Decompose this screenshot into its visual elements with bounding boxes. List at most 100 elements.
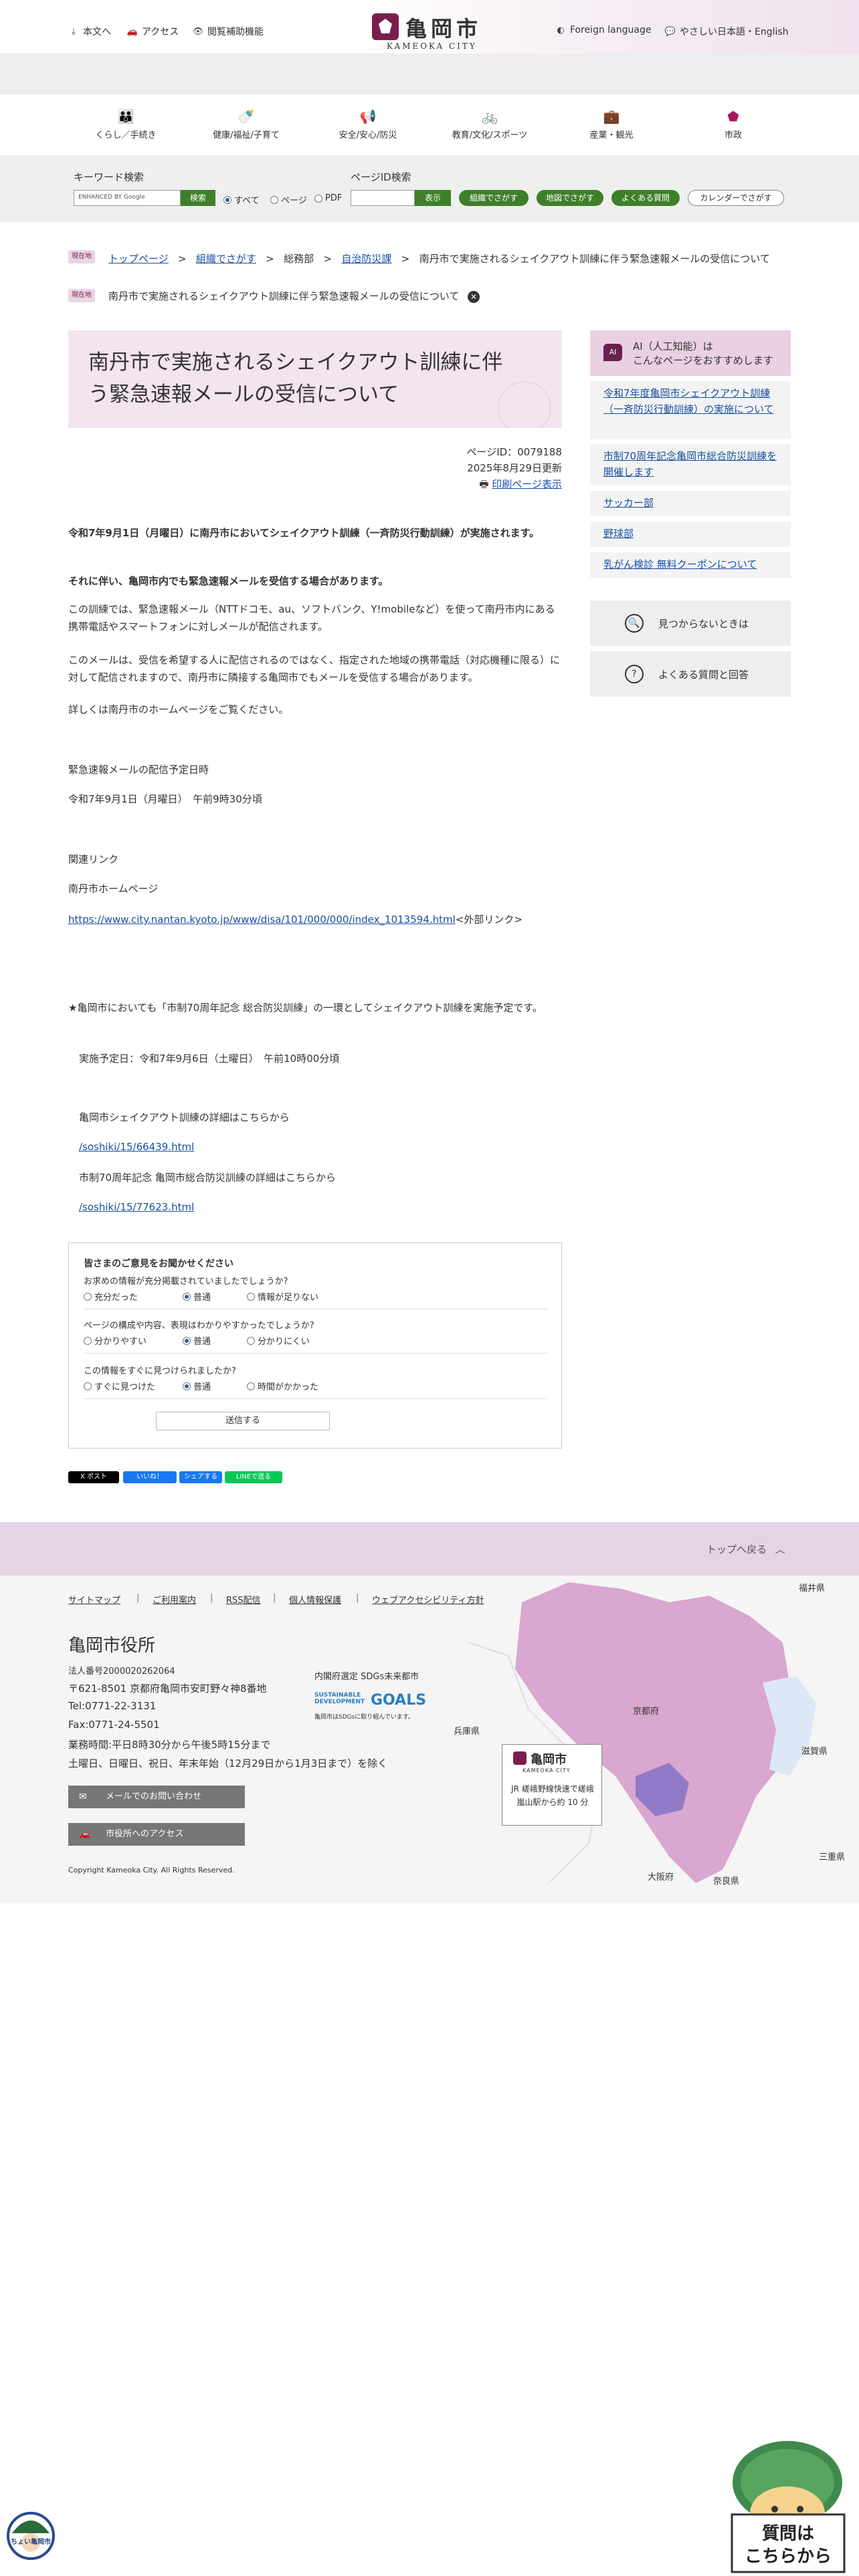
map-label-nara: 奈良県 xyxy=(713,1876,740,1887)
accessibility-link[interactable]: 👁 閲覧補助機能 xyxy=(193,25,264,38)
page-top-link[interactable]: トップへ戻る ︿ xyxy=(706,1542,785,1556)
megaphone-icon: 📢 xyxy=(359,108,377,124)
printer-icon: 🖶 xyxy=(479,478,489,490)
breadcrumb-disaster-prevention[interactable]: 自治防災課 xyxy=(341,253,391,265)
recommend-link-1[interactable]: 令和7年度亀岡市シェイクアウト訓練（一斉防災行動訓練）の実施について xyxy=(590,381,791,439)
facebook-share-button[interactable]: シェアする xyxy=(179,1471,222,1483)
page-title: 南丹市で実施されるシェイクアウト訓練に伴う緊急速報メールの受信について xyxy=(88,350,503,407)
keyword-search-label: キーワード検索 xyxy=(74,171,145,183)
breadcrumb-top[interactable]: トップページ xyxy=(108,253,169,265)
related-links-label: 関連リンク xyxy=(68,853,119,865)
mail-icon: ✉ xyxy=(79,1792,87,1802)
print-link[interactable]: 🖶 印刷ページ表示 xyxy=(401,476,562,492)
nav-city-government[interactable]: ⬟ 市政 xyxy=(680,109,787,140)
download-icon: ⤓ xyxy=(72,26,76,37)
footer-guide-link[interactable]: ご利用案内 xyxy=(153,1593,196,1606)
page-id-button[interactable]: 表示 xyxy=(415,190,451,206)
ai-recommend-header: AI AI（人工知能）は こんなページをおすすめします xyxy=(590,330,791,376)
paragraph-2: このメールは、受信を希望する人に配信されるのではなく、指定された地域の携帯電話（… xyxy=(68,654,561,683)
site-header: ⤓ 本文へ 🚗 アクセス 👁 閲覧補助機能 亀岡市 KAMEOKA CITY ◐… xyxy=(0,0,859,53)
q3-option-2[interactable]: 普通 xyxy=(183,1380,211,1392)
recommend-link-3[interactable]: サッカー部 xyxy=(590,491,791,516)
not-found-button[interactable]: 🔍 見つからないときは xyxy=(590,601,791,646)
footer-privacy-link[interactable]: 個人情報保護 xyxy=(289,1593,341,1606)
breadcrumb-general-affairs: 総務部 xyxy=(284,253,314,265)
kameoka-note: ★亀岡市においても「市制70周年記念 総合防災訓練」の一環としてシェイクアウト訓… xyxy=(68,1002,543,1014)
footer-sitemap-link[interactable]: サイトマップ xyxy=(68,1593,120,1606)
radio-all[interactable]: すべて xyxy=(223,193,260,206)
access-card: 亀岡市 KAMEOKA CITY JR 嵯峨野線快速で嵯峨嵐山駅から約 10 分 xyxy=(502,1744,602,1826)
mascot-question-button[interactable]: 質問は こちらから xyxy=(716,2434,859,2576)
q2-option-2[interactable]: 普通 xyxy=(183,1334,211,1347)
keyword-search-button[interactable]: 検索 xyxy=(181,190,215,206)
sdgs-logo: SUSTAINABLE DEVELOPMENT GOALS 亀岡市はSDGsに取… xyxy=(314,1692,427,1721)
breadcrumb-current-2: 南丹市で実施されるシェイクアウト訓練に伴う緊急速報メールの受信について ✕ xyxy=(108,289,480,303)
breadcrumb-current: 南丹市で実施されるシェイクアウト訓練に伴う緊急速報メールの受信について xyxy=(419,253,770,265)
breadcrumb-tag: 現在地 xyxy=(68,250,95,263)
q3-option-3[interactable]: 時間がかかった xyxy=(247,1380,318,1392)
page-title-box: 南丹市で実施されるシェイクアウト訓練に伴う緊急速報メールの受信について xyxy=(68,330,562,428)
faq-side-button[interactable]: ? よくある質問と回答 xyxy=(590,651,791,697)
search-by-map-button[interactable]: 地図でさがす xyxy=(537,190,603,206)
radio-page[interactable]: ページ xyxy=(270,193,307,206)
sdgs-label: 内閣府選定 SDGs未来都市 xyxy=(314,1672,419,1682)
skip-to-content-link[interactable]: ⤓ 本文へ xyxy=(68,25,111,38)
search-bar: キーワード検索 ENHANCED BY Google 検索 すべて ページ PD… xyxy=(0,155,859,222)
kyoto-map-graphic xyxy=(468,1576,859,1903)
q2-option-3[interactable]: 分かりにくい xyxy=(247,1334,310,1347)
nav-life[interactable]: 👪 くらし／手続き xyxy=(72,109,179,140)
q3-option-1[interactable]: すぐに見つけた xyxy=(84,1380,155,1392)
faq-button[interactable]: よくある質問 xyxy=(611,190,680,206)
site-logo[interactable]: 亀岡市 KAMEOKA CITY xyxy=(368,12,491,52)
q2-option-1[interactable]: 分かりやすい xyxy=(84,1334,147,1347)
footer-accessibility-link[interactable]: ウェブアクセシビリティ方針 xyxy=(372,1593,484,1606)
office-name: 亀岡市役所 xyxy=(68,1636,156,1656)
briefcase-icon: 💼 xyxy=(603,108,620,124)
lead-1: 令和7年9月1日（月曜日）に南丹市においてシェイクアウト訓練（一斉防災行動訓練）… xyxy=(68,527,540,539)
close-icon[interactable]: ✕ xyxy=(468,291,480,303)
nav-education[interactable]: 🚲 教育/文化/スポーツ xyxy=(436,109,543,140)
page-top-band: トップへ戻る ︿ xyxy=(0,1522,859,1576)
recommend-link-5[interactable]: 乳がん検診 無料クーポンについて xyxy=(590,552,791,578)
q1-option-3[interactable]: 情報が足りない xyxy=(247,1290,318,1303)
ai-icon: AI xyxy=(603,344,622,361)
x-post-button[interactable]: X ポスト xyxy=(68,1471,119,1483)
detail2-link[interactable]: /soshiki/15/77623.html xyxy=(79,1201,194,1213)
search-by-calendar-button[interactable]: カレンダーでさがす xyxy=(688,190,784,206)
lead-2: それに伴い、亀岡市内でも緊急速報メールを受信する場合があります。 xyxy=(68,575,389,587)
q1-option-1[interactable]: 充分だった xyxy=(84,1290,138,1303)
detail1-link[interactable]: /soshiki/15/66439.html xyxy=(79,1141,194,1153)
page-id-input[interactable] xyxy=(351,190,415,206)
facebook-like-button[interactable]: いいね！ xyxy=(123,1471,177,1483)
mail-inquiry-button[interactable]: ✉ メールでのお問い合わせ xyxy=(68,1786,245,1808)
mascot-left-badge[interactable]: ちょい亀岡市 xyxy=(4,2496,58,2569)
turtle-shell-decoration xyxy=(498,381,551,428)
access-button[interactable]: 🚗 市役所へのアクセス xyxy=(68,1823,245,1846)
detail1-label: 亀岡市シェイクアウト訓練の詳細はこちらから xyxy=(79,1111,290,1123)
nav-safety[interactable]: 📢 安全/安心/防災 xyxy=(314,109,421,140)
nav-health[interactable]: 🍼 健康/福祉/子育て xyxy=(193,109,300,140)
q1-option-2[interactable]: 普通 xyxy=(183,1290,211,1303)
radio-pdf[interactable]: PDF xyxy=(314,193,342,203)
breadcrumb-organization[interactable]: 組織でさがす xyxy=(196,253,256,265)
foreign-language-link[interactable]: ◐ Foreign language xyxy=(555,25,651,35)
recommend-link-2[interactable]: 市制70周年記念亀岡市総合防災訓練を開催します xyxy=(590,444,791,486)
survey-submit-button[interactable]: 送信する xyxy=(156,1412,330,1430)
globe-icon: ◐ xyxy=(557,25,565,35)
footer-rss-link[interactable]: RSS配信 xyxy=(226,1593,261,1606)
speech-bubble-icon: 💬 xyxy=(664,26,676,37)
easy-japanese-link[interactable]: 💬 やさしい日本語・English xyxy=(665,25,789,38)
header-spacer-bar xyxy=(0,53,859,94)
line-send-button[interactable]: LINEで送る xyxy=(225,1471,282,1483)
search-by-organization-button[interactable]: 組織でさがす xyxy=(459,190,529,206)
map-label-fukui: 福井県 xyxy=(799,1584,826,1594)
nantan-external-link[interactable]: https://www.city.nantan.kyoto.jp/www/dis… xyxy=(68,914,456,926)
car-icon: 🚗 xyxy=(126,26,138,37)
page-id: ページID：0079188 xyxy=(466,446,562,458)
keyword-search-input[interactable]: ENHANCED BY Google xyxy=(74,190,181,206)
access-link[interactable]: 🚗 アクセス xyxy=(127,25,179,38)
corporate-number: 法人番号2000020262064 xyxy=(68,1667,175,1677)
recommend-link-4[interactable]: 野球部 xyxy=(590,522,791,547)
city-emblem-icon xyxy=(372,13,399,40)
nav-industry[interactable]: 💼 産業・観光 xyxy=(558,109,665,140)
